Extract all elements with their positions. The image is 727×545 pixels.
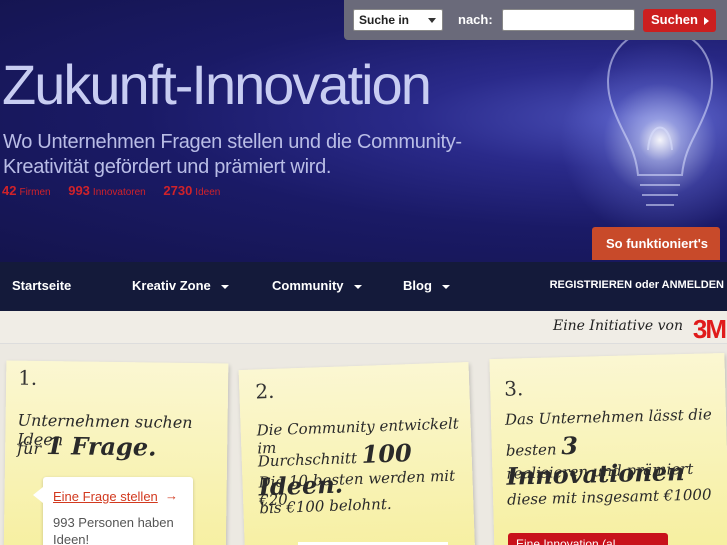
bubble-text: 993 Personen haben Ideen! <box>53 515 174 545</box>
search-button[interactable]: Suchen <box>643 9 716 32</box>
stats: 42 Firmen 993 Innovatoren 2730 Ideen <box>2 183 234 198</box>
nav-item-blog[interactable]: Blog <box>403 278 450 293</box>
step-highlight: 1 Frage. <box>45 431 157 462</box>
search-label: nach: <box>458 12 493 27</box>
main-nav: Startseite Kreativ Zone Community Blog R… <box>0 262 727 311</box>
how-it-works-button[interactable]: So funktioniert's <box>592 227 720 260</box>
login-link[interactable]: ANMELDEN <box>662 279 724 291</box>
stat-firms-label: Firmen <box>19 187 51 198</box>
step-text-prefix: besten <box>505 440 557 460</box>
search-scope-value: Suche in <box>359 13 410 27</box>
nav-item-community[interactable]: Community <box>272 278 362 293</box>
step-3-button[interactable]: Eine Innovation (al... <box>508 533 668 545</box>
auth-links: REGISTRIEREN oder ANMELDEN <box>550 279 724 291</box>
3m-logo[interactable]: 3M <box>693 314 727 345</box>
step-note-3: 3. Das Unternehmen lässt die besten 3 In… <box>489 352 727 545</box>
step-text: bis €100 belohnt. <box>259 494 392 518</box>
chevron-down-icon <box>353 284 362 289</box>
stat-ideas-label: Ideen <box>195 187 221 198</box>
chevron-down-icon <box>428 18 436 23</box>
step-text-prefix: für <box>17 438 42 458</box>
step-text: Das Unternehmen lässt die <box>504 405 712 429</box>
chevron-down-icon <box>220 284 229 289</box>
stat-innovators-label: Innovatoren <box>92 187 146 198</box>
page-subtitle: Wo Unternehmen Fragen stellen und die Co… <box>3 131 462 178</box>
stat-ideas-value: 2730 <box>163 183 193 198</box>
chevron-down-icon <box>441 284 450 289</box>
arrow-right-icon: → <box>165 488 178 503</box>
initiative-text: Eine Initiative von <box>552 318 683 334</box>
stat-firms-value: 42 <box>2 183 17 198</box>
or-text: oder <box>635 279 659 291</box>
hero-banner: Suche in nach: Suchen Zukunft-Innovation… <box>0 0 727 262</box>
register-link[interactable]: REGISTRIEREN <box>550 279 633 291</box>
light-bulb-icon <box>607 28 713 206</box>
step-text: für 1 Frage. <box>17 431 157 462</box>
search-button-label: Suchen <box>651 12 698 27</box>
nav-item-label: Community <box>272 278 344 293</box>
step-text-prefix: Durchschnitt <box>257 449 358 471</box>
step-number: 2. <box>254 378 275 404</box>
step-number: 3. <box>503 376 524 401</box>
nav-item-label: Blog <box>403 278 432 293</box>
nav-item-startseite[interactable]: Startseite <box>12 278 71 293</box>
page-title: Zukunft-Innovation <box>2 53 432 116</box>
ask-question-bubble: Eine Frage stellen → 993 Personen haben … <box>33 477 193 545</box>
ask-question-link[interactable]: Eine Frage stellen <box>53 489 158 504</box>
search-scope-select[interactable]: Suche in <box>353 9 443 31</box>
arrow-right-icon <box>704 17 709 25</box>
initiative-bar: Eine Initiative von 3M <box>0 311 727 344</box>
step-number: 1. <box>18 365 38 390</box>
nav-item-label: Startseite <box>12 278 72 293</box>
nav-item-label: Kreativ Zone <box>132 278 211 293</box>
nav-item-kreativ-zone[interactable]: Kreativ Zone <box>132 278 229 293</box>
stat-innovators-value: 993 <box>68 183 90 198</box>
search-input[interactable] <box>502 9 635 31</box>
step-note-2: 2. Die Community entwickelt im Durchschn… <box>238 362 476 545</box>
